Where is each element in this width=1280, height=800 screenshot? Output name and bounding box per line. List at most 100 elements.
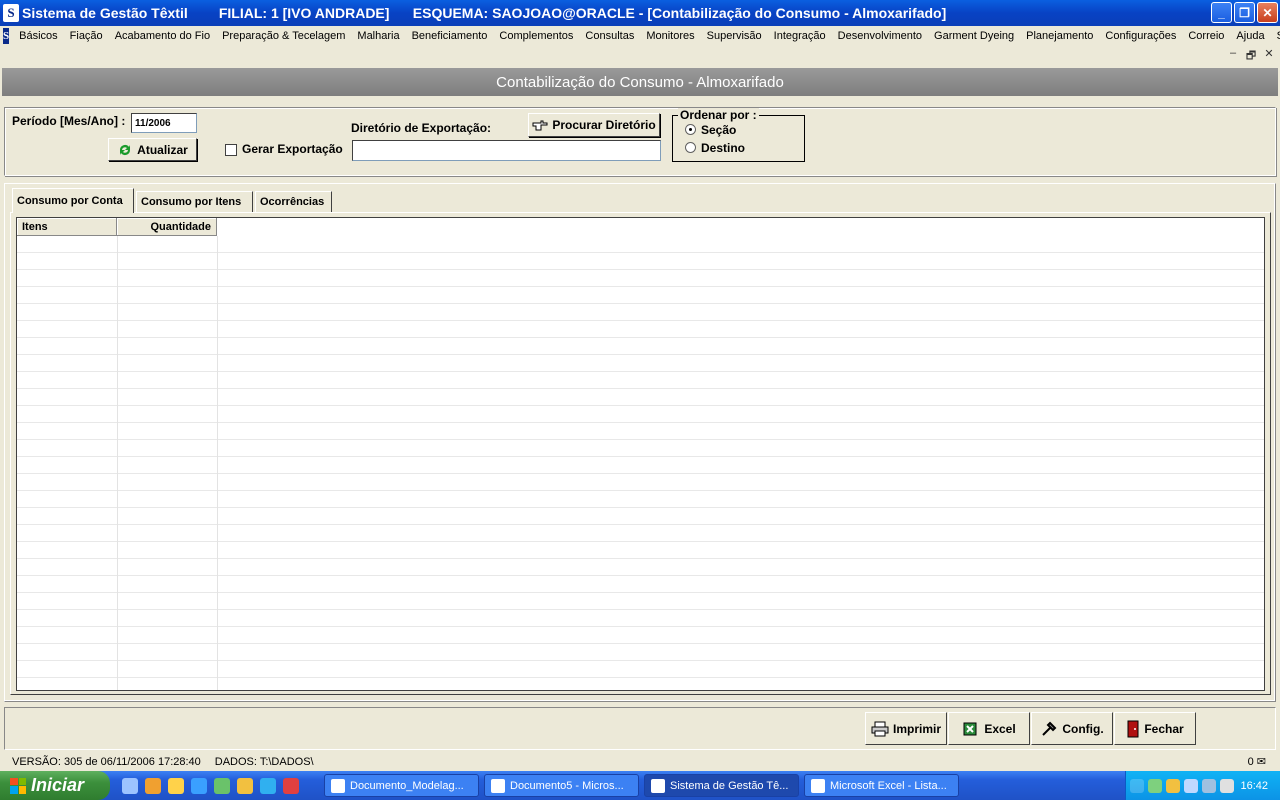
export-dir-input[interactable]	[352, 140, 661, 161]
menu-garment-dyeing[interactable]: Garment Dyeing	[928, 30, 1020, 42]
menu-monitores[interactable]: Monitores	[640, 30, 700, 42]
tray-expand-icon[interactable]	[1130, 778, 1144, 793]
order-by-legend: Ordenar por :	[678, 108, 759, 122]
close-form-button[interactable]: Fechar	[1114, 712, 1196, 745]
menu-fiacao[interactable]: Fiação	[64, 30, 109, 42]
column-header-quantidade[interactable]: Quantidade	[117, 218, 217, 236]
skype-icon[interactable]	[260, 777, 276, 794]
window-title-bar[interactable]: S Sistema de Gestão Têxtil FILIAL: 1 [IV…	[0, 0, 1280, 26]
mdi-close-button[interactable]: ✕	[1262, 47, 1276, 66]
taskbar-item-documento5[interactable]: Documento5 - Micros...	[484, 774, 639, 797]
version-status: VERSÃO: 305 de 06/11/2006 17:28:40	[12, 755, 201, 768]
form-title: Contabilização do Consumo - Almoxarifado	[2, 68, 1278, 96]
app-logo-icon	[651, 778, 665, 793]
window-title: Sistema de Gestão Têxtil FILIAL: 1 [IVO …	[22, 5, 947, 21]
close-window-button[interactable]: ✕	[1257, 2, 1278, 23]
tab-consumo-por-conta[interactable]: Consumo por Conta	[12, 188, 134, 213]
export-checkbox[interactable]	[225, 144, 237, 156]
browse-directory-label: Procurar Diretório	[552, 118, 656, 132]
grid-column-divider	[117, 236, 118, 690]
taskbar-item-label: Microsoft Excel - Lista...	[830, 779, 947, 792]
minimize-button[interactable]: _	[1211, 2, 1232, 23]
consumption-grid[interactable]: Itens Quantidade	[16, 217, 1265, 691]
menu-desenvolvimento[interactable]: Desenvolvimento	[832, 30, 928, 42]
mail-icon: ✉	[1256, 756, 1266, 768]
word-icon	[331, 778, 345, 793]
close-form-label: Fechar	[1144, 721, 1184, 736]
tools-icon	[1042, 721, 1057, 736]
clock-app-icon[interactable]	[237, 777, 253, 794]
order-secao-label: Seção	[701, 123, 737, 137]
status-bar: VERSÃO: 305 de 06/11/2006 17:28:40 DADOS…	[0, 752, 1280, 771]
mail-count: 0	[1247, 756, 1254, 768]
menu-basicos[interactable]: Básicos	[13, 30, 64, 42]
volume-tray-icon[interactable]	[1220, 778, 1234, 793]
media-icon[interactable]	[283, 777, 299, 794]
internet-explorer-icon[interactable]	[191, 777, 207, 794]
start-label: Iniciar	[31, 775, 85, 795]
exit-door-icon	[1127, 720, 1139, 737]
refresh-button[interactable]: Atualizar	[108, 138, 197, 161]
security-tray-icon[interactable]	[1184, 778, 1198, 793]
menu-planejamento[interactable]: Planejamento	[1020, 30, 1099, 42]
browse-directory-button[interactable]: Procurar Diretório	[528, 113, 660, 137]
taskbar: Iniciar	[0, 771, 1280, 800]
order-secao-radio[interactable]	[685, 124, 696, 135]
taskbar-item-excel[interactable]: Microsoft Excel - Lista...	[804, 774, 959, 797]
excel-icon	[811, 778, 825, 793]
grid-header: Itens Quantidade	[17, 218, 217, 236]
period-input[interactable]	[131, 113, 197, 133]
menu-complementos[interactable]: Complementos	[493, 30, 579, 42]
config-button[interactable]: Config.	[1031, 712, 1113, 745]
taskbar-item-label: Documento_Modelag...	[350, 779, 464, 792]
refresh-label: Atualizar	[137, 142, 188, 157]
clock: 16:42	[1240, 779, 1268, 792]
menu-correio[interactable]: Correio	[1182, 30, 1230, 42]
msn-icon[interactable]	[214, 777, 230, 794]
print-button[interactable]: Imprimir	[865, 712, 947, 745]
maximize-button[interactable]: ❐	[1234, 2, 1255, 23]
menu-integracao[interactable]: Integração	[768, 30, 832, 42]
menu-preparacao[interactable]: Preparação & Tecelagem	[216, 30, 351, 42]
period-label: Período [Mes/Ano] :	[12, 114, 126, 128]
tab-consumo-por-itens[interactable]: Consumo por Itens	[136, 191, 253, 212]
messenger-icon[interactable]	[145, 777, 161, 794]
export-dir-label: Diretório de Exportação:	[351, 121, 492, 135]
grid-column-divider	[217, 236, 218, 690]
network-tray-icon[interactable]	[1202, 778, 1216, 793]
menu-supervisao[interactable]: Supervisão	[701, 30, 768, 42]
folder-icon[interactable]	[168, 777, 184, 794]
word-icon	[491, 778, 505, 793]
app-menu-icon[interactable]: S	[3, 28, 10, 44]
menu-beneficiamento[interactable]: Beneficiamento	[406, 30, 494, 42]
quick-launch	[122, 777, 299, 794]
taskbar-item-sistema-gestao[interactable]: Sistema de Gestão Tê...	[644, 774, 799, 797]
desktop-icon[interactable]	[122, 777, 138, 794]
taskbar-item-label: Documento5 - Micros...	[510, 779, 624, 792]
excel-export-icon	[963, 722, 977, 735]
export-checkbox-label: Gerar Exportação	[242, 142, 343, 156]
refresh-icon	[120, 144, 131, 155]
mdi-minimize-button[interactable]: –	[1226, 47, 1240, 66]
mdi-controls: – 🗗 ✕	[1226, 47, 1276, 66]
pointing-hand-icon	[532, 120, 548, 131]
taskbar-item-documento-modelagem[interactable]: Documento_Modelag...	[324, 774, 479, 797]
start-button[interactable]: Iniciar	[0, 771, 110, 800]
menu-ajuda[interactable]: Ajuda	[1230, 30, 1270, 42]
order-destino-radio[interactable]	[685, 142, 696, 153]
app-logo-icon: S	[3, 4, 19, 22]
windows-logo-icon	[10, 777, 26, 794]
tab-ocorrencias[interactable]: Ocorrências	[255, 191, 332, 212]
menu-consultas[interactable]: Consultas	[579, 30, 640, 42]
menu-malharia[interactable]: Malharia	[351, 30, 405, 42]
mdi-restore-button[interactable]: 🗗	[1244, 47, 1258, 66]
menu-configuracoes[interactable]: Configurações	[1099, 30, 1182, 42]
column-header-itens[interactable]: Itens	[17, 218, 117, 236]
excel-button[interactable]: Excel	[948, 712, 1030, 745]
mail-status[interactable]: 0 ✉	[1248, 755, 1266, 768]
print-label: Imprimir	[892, 721, 941, 736]
msn-tray-icon[interactable]	[1148, 778, 1162, 793]
clock-tray-icon[interactable]	[1166, 778, 1180, 793]
menu-sair[interactable]: Sair	[1271, 30, 1280, 42]
menu-acabamento[interactable]: Acabamento do Fio	[109, 30, 216, 42]
